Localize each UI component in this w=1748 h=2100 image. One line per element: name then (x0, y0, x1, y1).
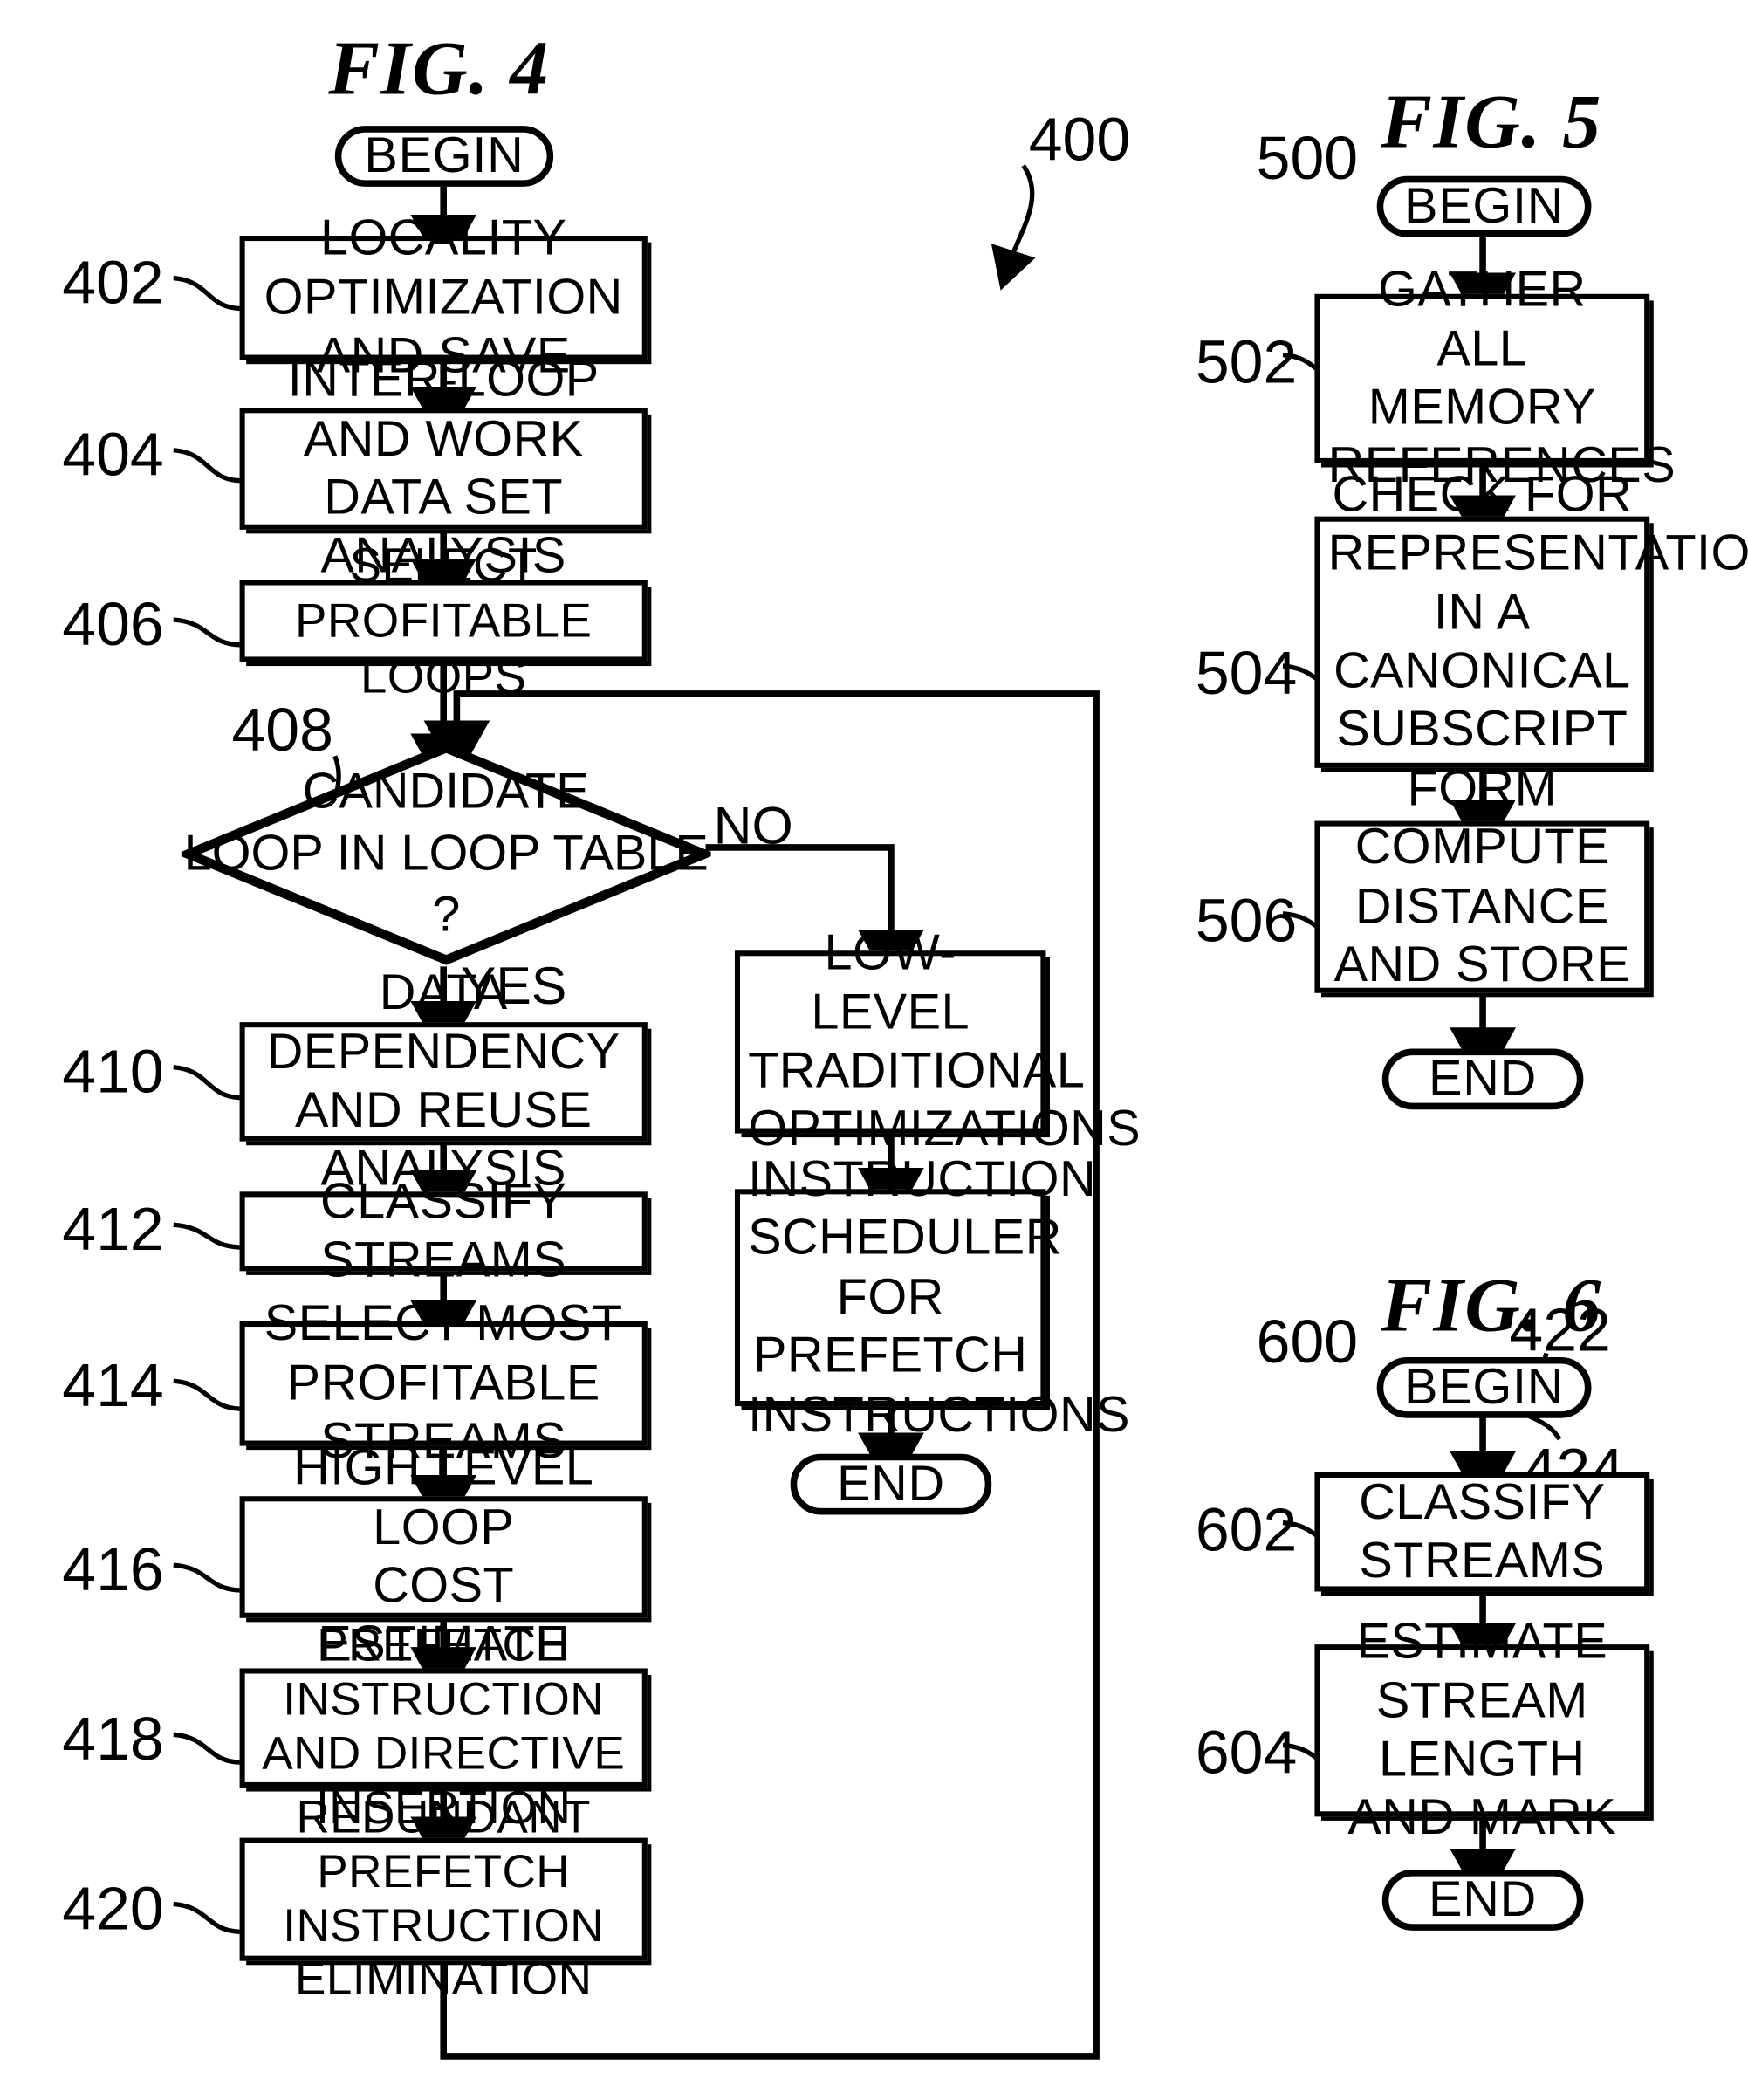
terminal-end-label-fig5: END (1429, 1050, 1538, 1107)
process-high-level-loop-cost-estimate: HIGH LEVEL LOOP COST ESTIMATE (239, 1441, 648, 1673)
process-locality-optimization: LOCALITY OPTIMIZATION AND SAVE (239, 211, 648, 384)
terminal-end-label-fig4: END (836, 1455, 945, 1512)
process-estimate-stream-length-and-mark-label: ESTIMATE STREAM LENGTH AND MARK (1347, 1614, 1617, 1847)
terminal-begin-fig5: BEGIN (1376, 175, 1592, 237)
reference-numeral-600: 600 (1256, 1307, 1359, 1376)
reference-numeral-500: 500 (1256, 123, 1359, 192)
process-instruction-scheduler-for-prefetch-label: INSTRUCTION SCHEDULER FOR PREFETCH INSTR… (748, 1151, 1130, 1444)
reference-numeral-406: 406 (62, 589, 164, 658)
reference-numeral-402: 402 (62, 247, 164, 317)
process-redundant-prefetch-elimination: REDUNDANT PREFETCH INSTRUCTION ELIMINATI… (239, 1791, 648, 2005)
figure-title-fig6: FIG. 6 (1381, 1261, 1602, 1349)
figure-title-fig5: FIG. 5 (1381, 78, 1602, 165)
process-estimate-stream-length-and-mark: ESTIMATE STREAM LENGTH AND MARK (1314, 1614, 1650, 1846)
process-check-canonical-subscript-form-label: CHECK FOR REPRESENTATION IN A CANONICAL … (1327, 466, 1748, 817)
process-gather-all-memory-references: GATHER ALL MEMORY REFERENCES (1314, 263, 1676, 495)
process-classify-streams-fig4-label: CLASSIFY STREAMS (320, 1173, 567, 1289)
terminal-end-fig6: END (1381, 1870, 1584, 1931)
process-classify-streams-fig6: CLASSIFY STREAMS (1314, 1472, 1650, 1592)
reference-numeral-418: 418 (62, 1704, 164, 1774)
process-compute-distance-and-store: COMPUTE DISTANCE AND STORE (1314, 820, 1650, 994)
edge-label-no: NO (713, 797, 793, 855)
terminal-end-fig5: END (1381, 1048, 1584, 1110)
figure-title-fig4: FIG. 4 (328, 24, 550, 112)
process-select-profitable-loops: SELECT PROFITABLE LOOPS (239, 538, 648, 703)
reference-numeral-420: 420 (62, 1873, 164, 1943)
reference-numeral-504: 504 (1195, 638, 1298, 708)
terminal-begin-label-fig5: BEGIN (1403, 178, 1565, 234)
terminal-begin-label-fig4: BEGIN (364, 127, 524, 184)
process-classify-streams-fig6-label: CLASSIFY STREAMS (1359, 1474, 1606, 1589)
reference-numeral-506: 506 (1195, 885, 1298, 955)
process-check-canonical-subscript-form: CHECK FOR REPRESENTATION IN A CANONICAL … (1314, 467, 1748, 817)
patent-drawing-sheet: FIG. 4 400 BEGIN 402 LOCALITY OPTIMIZATI… (0, 0, 1748, 2100)
process-classify-streams-fig4: CLASSIFY STREAMS (239, 1174, 648, 1288)
reference-numeral-412: 412 (62, 1194, 164, 1264)
process-instruction-scheduler-for-prefetch: INSTRUCTION SCHEDULER FOR PREFETCH INSTR… (734, 1152, 1129, 1443)
reference-numeral-602: 602 (1195, 1494, 1298, 1564)
process-redundant-prefetch-elimination-label: REDUNDANT PREFETCH INSTRUCTION ELIMINATI… (283, 1790, 605, 2006)
reference-numeral-604: 604 (1195, 1717, 1298, 1787)
process-gather-all-memory-references-label: GATHER ALL MEMORY REFERENCES (1327, 262, 1676, 495)
terminal-begin-label-fig6: BEGIN (1403, 1359, 1565, 1415)
terminal-begin-fig4: BEGIN (334, 126, 554, 187)
process-data-dependency-reuse-analysis-label: DATA DEPENDENCY AND REUSE ANALYSIS (266, 965, 620, 1198)
process-interloop-analysis: INTER-LOOP AND WORK DATA SET ANALYSIS (239, 353, 648, 585)
process-low-level-traditional-optimizations-label: LOW-LEVEL TRADITIONAL OPTIMIZATIONS (748, 925, 1141, 1158)
terminal-end-fig4: END (790, 1453, 992, 1515)
terminal-end-label-fig6: END (1429, 1871, 1538, 1928)
process-low-level-traditional-optimizations: LOW-LEVEL TRADITIONAL OPTIMIZATIONS (734, 926, 1141, 1158)
reference-numeral-416: 416 (62, 1534, 164, 1604)
reference-numeral-502: 502 (1195, 326, 1298, 396)
terminal-begin-fig6: BEGIN (1376, 1356, 1592, 1418)
decision-candidate-loop-in-loop-table: CANDIDATE LOOP IN LOOP TABLE ? (181, 742, 711, 967)
reference-numeral-414: 414 (62, 1350, 164, 1420)
reference-numeral-410: 410 (62, 1036, 164, 1106)
process-prefetch-instruction-insertion: PREFETCH INSTRUCTION AND DIRECTIVE INSER… (239, 1620, 648, 1834)
process-select-most-profitable-streams: SELECT MOST PROFITABLE STREAMS (239, 1297, 648, 1470)
process-select-profitable-loops-label: SELECT PROFITABLE LOOPS (294, 537, 593, 703)
process-compute-distance-and-store-label: COMPUTE DISTANCE AND STORE (1333, 820, 1631, 994)
process-data-dependency-reuse-analysis: DATA DEPENDENCY AND REUSE ANALYSIS (239, 965, 648, 1198)
reference-numeral-400: 400 (1028, 104, 1131, 174)
reference-numeral-404: 404 (62, 419, 164, 489)
